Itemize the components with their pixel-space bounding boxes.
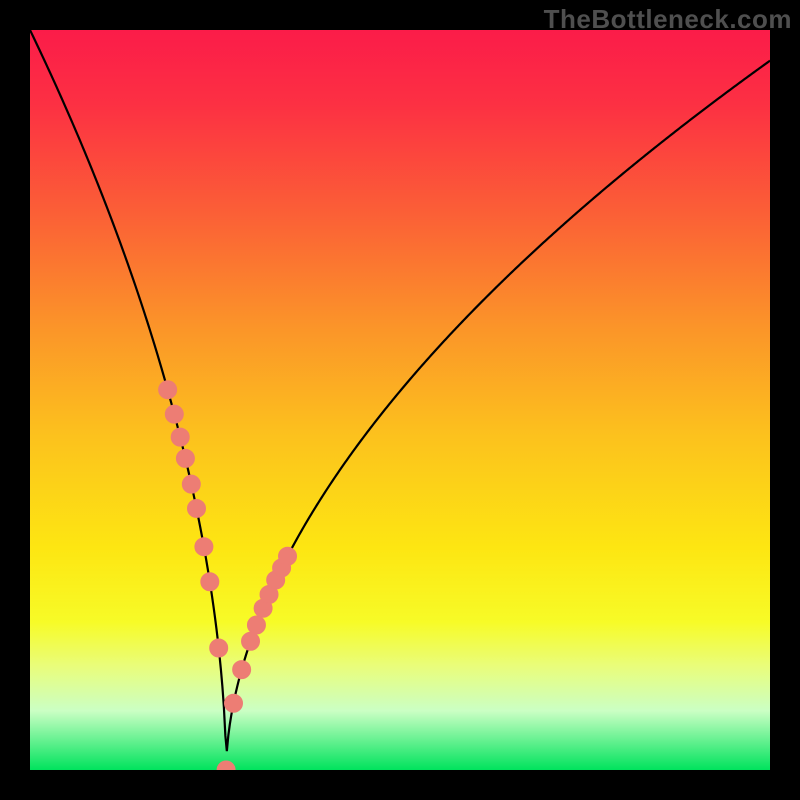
plot-area	[30, 30, 770, 770]
chart-frame: TheBottleneck.com	[0, 0, 800, 800]
gradient-background	[30, 30, 770, 770]
data-marker	[159, 381, 177, 399]
data-marker	[171, 428, 189, 446]
data-marker	[201, 573, 219, 591]
data-marker	[242, 632, 260, 650]
watermark-text: TheBottleneck.com	[544, 4, 792, 35]
data-marker	[176, 449, 194, 467]
data-marker	[210, 639, 228, 657]
data-marker	[182, 475, 200, 493]
data-marker	[233, 661, 251, 679]
data-marker	[225, 694, 243, 712]
data-marker	[188, 499, 206, 517]
data-marker	[165, 405, 183, 423]
plot-svg	[30, 30, 770, 770]
data-marker	[279, 547, 297, 565]
data-marker	[195, 538, 213, 556]
data-marker	[247, 616, 265, 634]
